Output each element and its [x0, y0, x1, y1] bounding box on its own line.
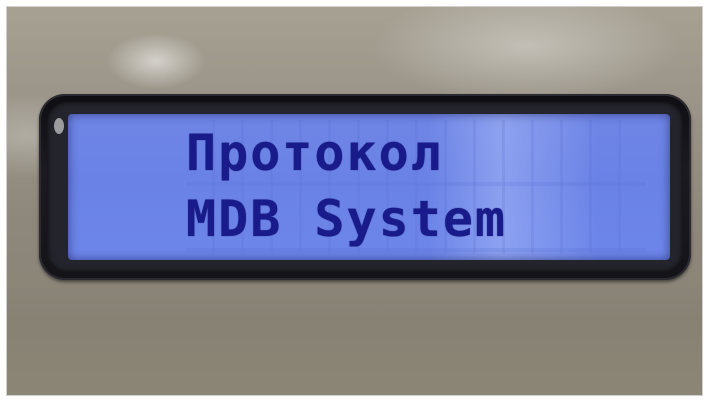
device-panel-photo: Протокол MDB System	[6, 6, 703, 396]
bezel-glare	[54, 118, 64, 134]
lcd-line-1: Протокол	[186, 124, 443, 182]
panel-shadow	[6, 281, 703, 396]
lcd-line-2: MDB System	[186, 190, 508, 248]
lcd-screen: Протокол MDB System	[68, 114, 670, 260]
